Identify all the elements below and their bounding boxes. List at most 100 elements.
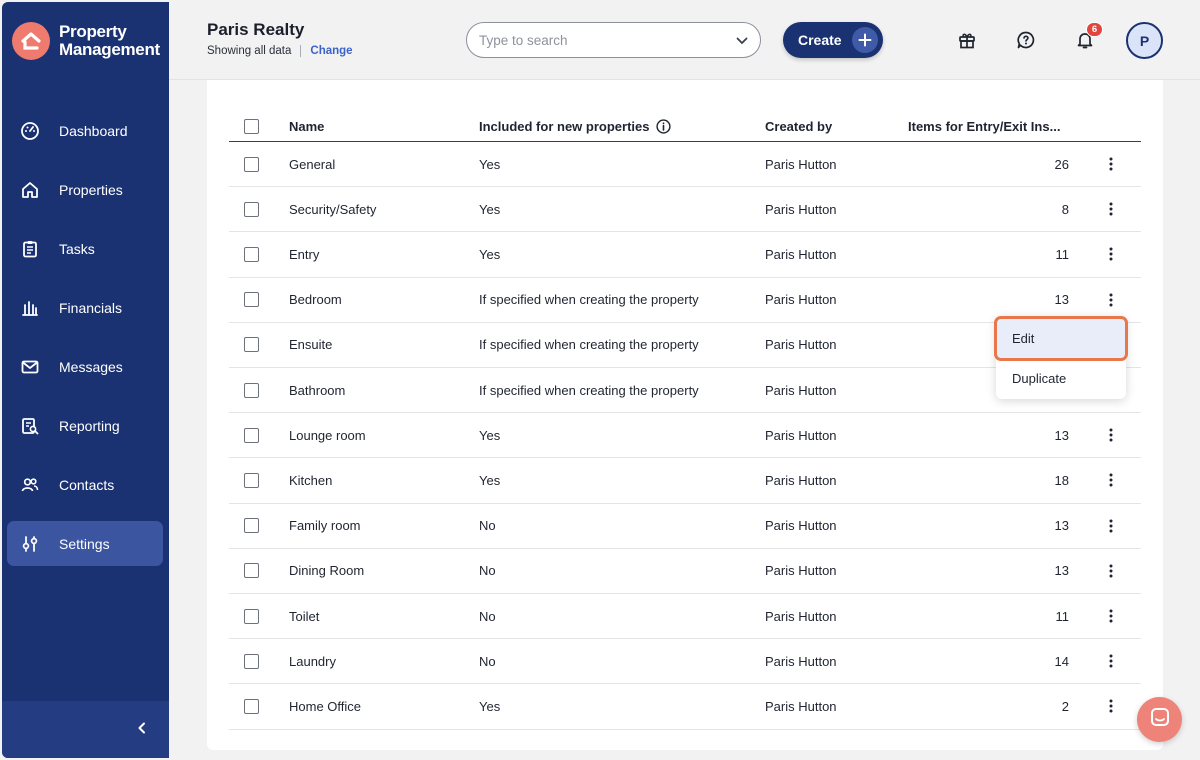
- column-header-created-by[interactable]: Created by: [765, 112, 832, 141]
- table-row: Laundry No Paris Hutton 14: [229, 639, 1141, 685]
- row-created-by: Paris Hutton: [765, 608, 837, 624]
- row-actions-cell: [1101, 639, 1121, 683]
- row-created-by: Paris Hutton: [765, 563, 837, 579]
- data-scope: Showing all data Change: [207, 45, 353, 57]
- row-select-cell: [244, 368, 259, 412]
- info-icon[interactable]: [656, 119, 672, 134]
- row-created-by: Paris Hutton: [765, 427, 837, 443]
- brand-line-1: Property: [59, 22, 127, 41]
- row-name: Bedroom: [289, 292, 342, 308]
- row-checkbox[interactable]: [244, 608, 259, 624]
- row-checkbox[interactable]: [244, 201, 259, 217]
- table-card: Name Included for new properties Created…: [207, 80, 1163, 750]
- more-vertical-icon[interactable]: [1101, 244, 1121, 264]
- table-row: Security/Safety Yes Paris Hutton 8: [229, 187, 1141, 233]
- sidebar-item-financials[interactable]: Financials: [7, 285, 163, 330]
- row-checkbox[interactable]: [244, 337, 259, 353]
- row-created-by: Paris Hutton: [765, 653, 837, 669]
- change-link[interactable]: Change: [310, 45, 352, 57]
- row-included: Yes: [479, 427, 501, 443]
- sidebar: Property Management Dashboard Properties…: [2, 2, 169, 758]
- row-checkbox[interactable]: [244, 563, 259, 579]
- row-name: Bathroom: [289, 382, 346, 398]
- table-row: General Yes Paris Hutton 26: [229, 142, 1141, 188]
- row-included: No: [479, 518, 496, 534]
- row-name: Entry: [289, 246, 320, 262]
- search-box[interactable]: [466, 22, 761, 58]
- sidebar-item-tasks[interactable]: Tasks: [7, 226, 163, 271]
- sidebar-item-contacts[interactable]: Contacts: [7, 462, 163, 507]
- column-header-items[interactable]: Items for Entry/Exit Ins...: [908, 112, 1060, 141]
- row-created-by: Paris Hutton: [765, 156, 837, 172]
- more-vertical-icon[interactable]: [1101, 154, 1121, 174]
- sidebar-item-reporting[interactable]: Reporting: [7, 403, 163, 448]
- row-checkbox[interactable]: [244, 382, 259, 398]
- row-select-cell: [244, 278, 259, 322]
- help-icon[interactable]: [1014, 28, 1038, 52]
- row-actions-cell: [1101, 549, 1121, 593]
- more-vertical-icon[interactable]: [1101, 606, 1121, 626]
- menu-item-duplicate[interactable]: Duplicate: [1012, 371, 1066, 386]
- row-actions-cell: [1101, 458, 1121, 502]
- row-actions-cell: [1101, 684, 1121, 728]
- column-header-included[interactable]: Included for new properties: [479, 112, 672, 141]
- report-search-icon: [19, 415, 41, 437]
- more-vertical-icon[interactable]: [1101, 470, 1121, 490]
- row-select-cell: [244, 639, 259, 683]
- row-items-count: 11: [1055, 608, 1070, 624]
- more-vertical-icon[interactable]: [1101, 651, 1121, 671]
- more-vertical-icon[interactable]: [1101, 199, 1121, 219]
- table-row: Family room No Paris Hutton 13: [229, 504, 1141, 549]
- select-all-cell: [244, 112, 259, 141]
- row-checkbox[interactable]: [244, 698, 259, 714]
- sidebar-item-messages[interactable]: Messages: [7, 344, 163, 389]
- row-checkbox[interactable]: [244, 156, 259, 172]
- row-included: Yes: [479, 698, 501, 714]
- collapse-sidebar-button[interactable]: [2, 701, 169, 758]
- more-vertical-icon[interactable]: [1101, 696, 1121, 716]
- row-select-cell: [244, 142, 259, 186]
- brand[interactable]: Property Management: [12, 22, 160, 60]
- more-vertical-icon[interactable]: [1101, 561, 1121, 581]
- row-items-count: 11: [1055, 246, 1070, 262]
- gift-icon[interactable]: [955, 28, 979, 52]
- row-checkbox[interactable]: [244, 518, 259, 534]
- sidebar-item-dashboard[interactable]: Dashboard: [7, 108, 163, 153]
- row-checkbox[interactable]: [244, 292, 259, 308]
- select-all-checkbox[interactable]: [244, 119, 259, 134]
- top-header: Paris Realty Showing all data Change Cre…: [169, 0, 1200, 80]
- table-row: Lounge room Yes Paris Hutton 13: [229, 413, 1141, 459]
- create-button[interactable]: Create: [783, 22, 883, 58]
- row-select-cell: [244, 504, 259, 548]
- row-select-cell: [244, 187, 259, 231]
- row-created-by: Paris Hutton: [765, 292, 837, 308]
- row-checkbox[interactable]: [244, 246, 259, 262]
- column-header-name[interactable]: Name: [289, 112, 324, 141]
- more-vertical-icon[interactable]: [1101, 290, 1121, 310]
- row-actions-cell: [1101, 187, 1121, 231]
- avatar[interactable]: P: [1126, 22, 1163, 59]
- table-header: Name Included for new properties Created…: [229, 112, 1141, 142]
- sidebar-nav: Dashboard Properties Tasks Financials Me…: [7, 108, 163, 580]
- sidebar-item-settings[interactable]: Settings: [7, 521, 163, 566]
- row-select-cell: [244, 458, 259, 502]
- search-input[interactable]: [479, 32, 736, 48]
- more-vertical-icon[interactable]: [1101, 516, 1121, 536]
- chat-support-button[interactable]: [1137, 697, 1182, 742]
- chevron-down-icon[interactable]: [736, 33, 748, 48]
- table-row: Kitchen Yes Paris Hutton 18: [229, 458, 1141, 504]
- row-checkbox[interactable]: [244, 427, 259, 443]
- row-checkbox[interactable]: [244, 653, 259, 669]
- row-select-cell: [244, 232, 259, 276]
- row-items-count: 18: [1054, 472, 1069, 488]
- row-items-count: 26: [1054, 156, 1069, 172]
- row-items-count: 8: [1061, 201, 1069, 217]
- sidebar-item-properties[interactable]: Properties: [7, 167, 163, 212]
- row-select-cell: [244, 323, 259, 367]
- row-select-cell: [244, 684, 259, 728]
- row-select-cell: [244, 413, 259, 457]
- row-created-by: Paris Hutton: [765, 246, 837, 262]
- row-checkbox[interactable]: [244, 472, 259, 488]
- more-vertical-icon[interactable]: [1101, 425, 1121, 445]
- menu-item-edit[interactable]: Edit: [994, 316, 1128, 361]
